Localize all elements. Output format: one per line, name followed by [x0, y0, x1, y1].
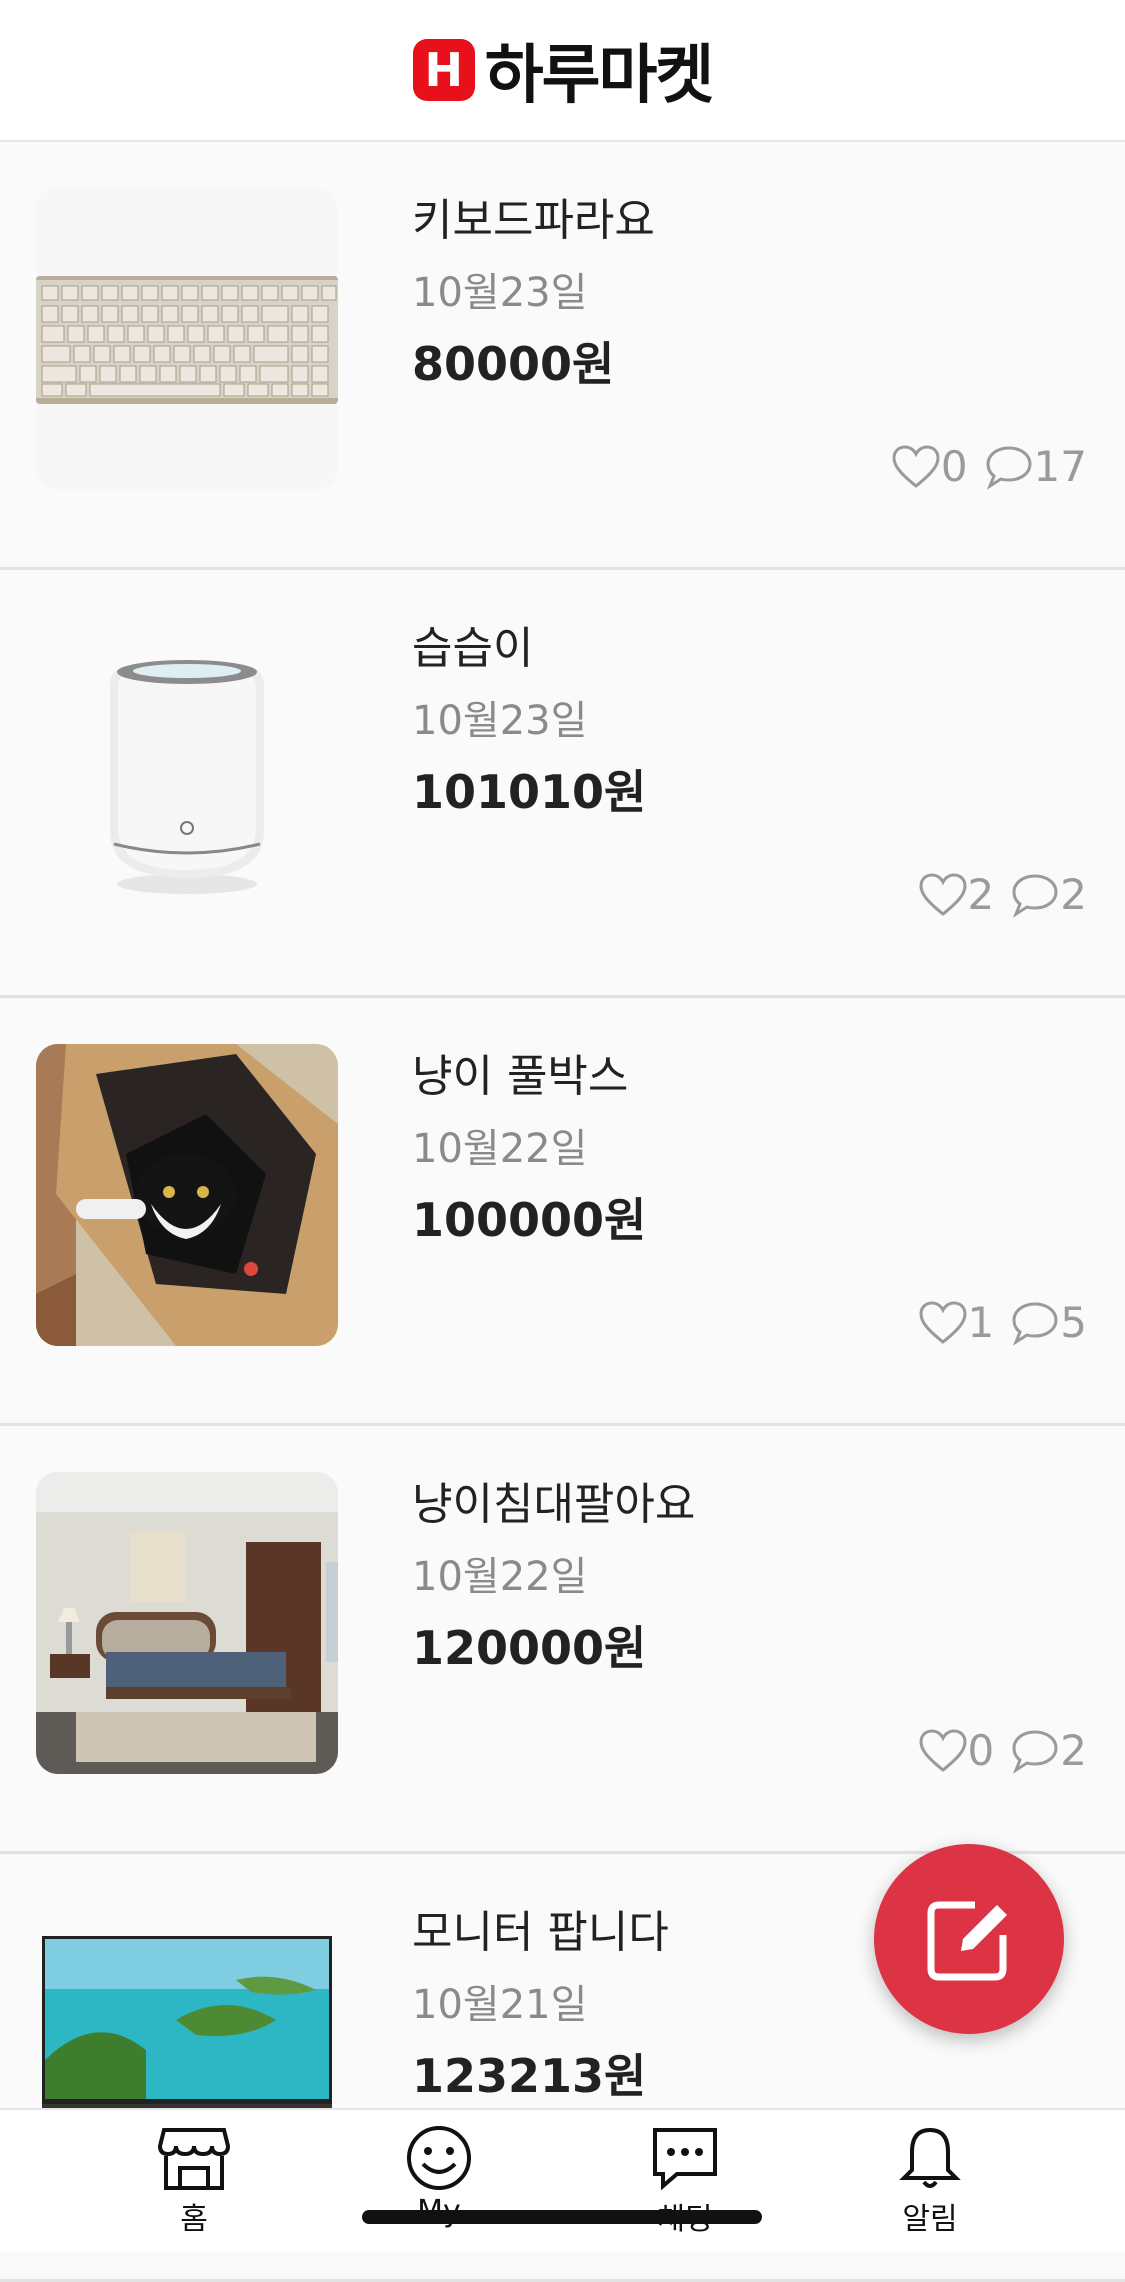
listing-image-cat-in-box	[36, 1044, 338, 1346]
listing-price: 100000원	[412, 1193, 647, 1247]
app-logo[interactable]: H 하루마켓	[412, 24, 715, 116]
listing-stats: 1 5	[918, 1298, 1087, 1347]
listing-date: 10월21일	[412, 1982, 588, 2028]
listing-date: 10월23일	[412, 270, 588, 316]
listing-date: 10월22일	[412, 1126, 588, 1172]
store-icon	[158, 2128, 230, 2190]
listing-stats: 2 2	[918, 870, 1087, 919]
listing-stats: 0 2	[918, 1726, 1087, 1775]
listing-item[interactable]: 냥이 풀박스 10월22일 100000원 1 5	[0, 998, 1125, 1426]
like-count: 0	[967, 1726, 995, 1775]
heart-icon[interactable]	[918, 872, 968, 918]
comment-count: 5	[1060, 1298, 1087, 1347]
listing-title: 냥이침대팔아요	[412, 1479, 696, 1530]
logo-letter: H	[424, 43, 463, 97]
listing-title: 습습이	[412, 623, 534, 674]
listing-price: 101010원	[412, 765, 647, 819]
nav-label-alerts: 알림	[902, 2202, 958, 2237]
comment-icon[interactable]	[1010, 1300, 1060, 1346]
nav-label-home: 홈	[180, 2202, 208, 2237]
comment-count: 2	[1060, 1726, 1087, 1775]
listing-image-bed	[36, 1472, 338, 1774]
comment-count: 2	[1060, 870, 1087, 919]
listing-item[interactable]: 냥이침대팔아요 10월22일 120000원 0 2	[0, 1426, 1125, 1854]
heart-icon[interactable]	[891, 444, 941, 490]
smile-icon	[407, 2126, 471, 2190]
listing-item[interactable]: 습습이 10월23일 101010원 2 2	[0, 570, 1125, 998]
comment-icon[interactable]	[984, 444, 1034, 490]
listing-title: 모니터 팝니다	[412, 1907, 669, 1958]
listing-price: 123213원	[412, 2049, 647, 2103]
listing-date: 10월23일	[412, 698, 588, 744]
listing-price: 80000원	[412, 337, 615, 391]
listing-item[interactable]: 키보드파라요 10월23일 80000원 0 17	[0, 142, 1125, 570]
listing-title: 키보드파라요	[412, 195, 655, 246]
nav-item-alerts[interactable]: 알림	[850, 2124, 1010, 2238]
bell-icon	[899, 2127, 961, 2188]
listing-price: 120000원	[412, 1621, 647, 1675]
comment-icon[interactable]	[1010, 872, 1060, 918]
listing-title: 냥이 풀박스	[412, 1051, 629, 1102]
comment-count: 17	[1033, 442, 1087, 491]
listing-image-humidifier	[36, 616, 338, 918]
listing-image-keyboard	[36, 188, 338, 490]
heart-icon[interactable]	[918, 1300, 968, 1346]
nav-item-home[interactable]: 홈	[114, 2124, 274, 2238]
like-count: 0	[940, 442, 968, 491]
bottom-nav: 홈 My 채팅 알림	[0, 2108, 1125, 2252]
listing-stats: 0 17	[891, 442, 1087, 491]
home-indicator	[362, 2210, 762, 2224]
like-count: 1	[967, 1298, 995, 1347]
logo-mark: H	[412, 39, 475, 101]
edit-icon	[927, 1901, 1007, 1981]
listing-date: 10월22일	[412, 1554, 588, 1600]
write-post-button[interactable]	[874, 1844, 1064, 2034]
app-title: 하루마켓	[484, 39, 715, 113]
like-count: 2	[967, 870, 995, 919]
heart-icon[interactable]	[918, 1728, 968, 1774]
chat-icon	[653, 2128, 717, 2191]
app-header: H 하루마켓	[0, 0, 1125, 142]
comment-icon[interactable]	[1010, 1728, 1060, 1774]
